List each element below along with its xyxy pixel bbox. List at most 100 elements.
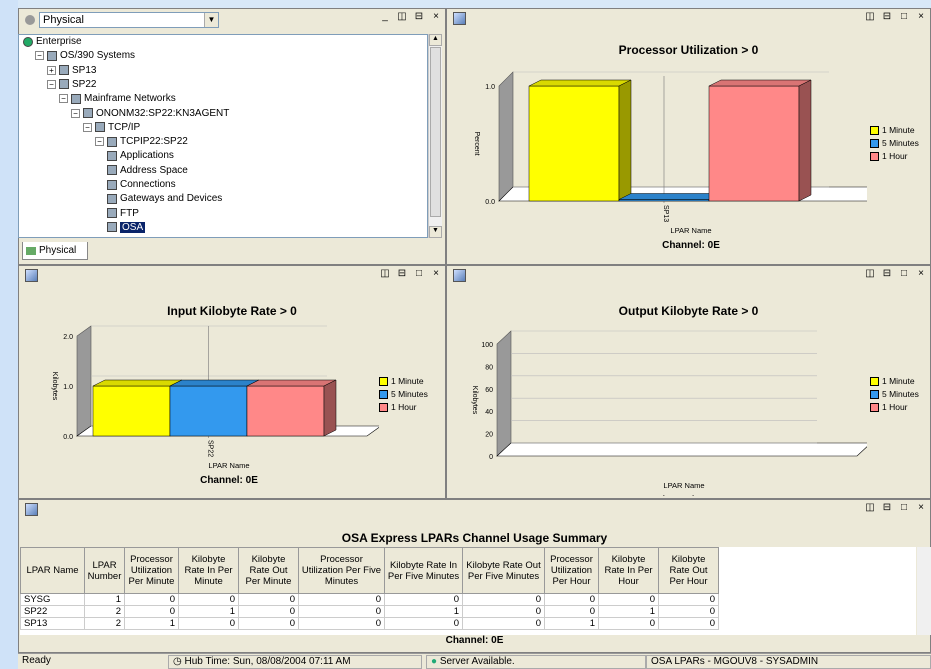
maximize-icon[interactable]: □ bbox=[414, 269, 424, 279]
tree-node[interactable]: − TCPIP22:SP22 bbox=[95, 136, 188, 147]
y-axis-label: Kilobytes bbox=[51, 372, 58, 401]
close-icon[interactable]: × bbox=[431, 12, 441, 22]
table-scrollbar[interactable] bbox=[917, 547, 931, 635]
tree-node[interactable]: − Mainframe Networks bbox=[59, 93, 176, 104]
y-axis-label: Kilobytes bbox=[471, 386, 478, 415]
split-vertical-icon[interactable]: ◫ bbox=[397, 12, 407, 22]
legend-label: 5 Minutes bbox=[882, 138, 919, 148]
column-header[interactable]: LPAR Number bbox=[84, 547, 125, 594]
chevron-down-icon[interactable]: ▼ bbox=[204, 13, 218, 27]
bar-top bbox=[618, 193, 722, 200]
tree-node[interactable]: Enterprise bbox=[23, 36, 82, 47]
split-horizontal-icon[interactable]: ⊟ bbox=[882, 269, 892, 279]
tree-node[interactable]: Connections bbox=[107, 179, 176, 190]
column-header[interactable]: Kilobyte Rate Out Per Minute bbox=[238, 547, 299, 594]
legend-label: 5 Minutes bbox=[882, 389, 919, 399]
column-header[interactable]: Processor Utilization Per Minute bbox=[124, 547, 179, 594]
table-row[interactable]: SP22 2 0 1 0 0 1 0 0 1 0 bbox=[20, 605, 719, 618]
tree-node[interactable]: OSA bbox=[107, 221, 146, 233]
column-header[interactable]: Processor Utilization Per Hour bbox=[544, 547, 599, 594]
back-wall bbox=[76, 325, 92, 437]
column-header[interactable]: Kilobyte Rate Out Per Hour bbox=[658, 547, 719, 594]
split-vertical-icon[interactable]: ◫ bbox=[865, 12, 875, 22]
tree-scrollbar[interactable]: ▲ ▼ bbox=[428, 34, 442, 238]
column-header[interactable]: LPAR Name bbox=[20, 547, 85, 594]
split-horizontal-icon[interactable]: ⊟ bbox=[397, 269, 407, 279]
tree-node[interactable]: − ONONM32:SP22:KN3AGENT bbox=[71, 108, 229, 119]
node-icon bbox=[59, 65, 69, 76]
scroll-thumb[interactable] bbox=[430, 47, 441, 217]
table-row[interactable]: SP13 2 1 0 0 0 0 0 1 0 0 bbox=[20, 617, 719, 630]
close-icon[interactable]: × bbox=[916, 269, 926, 279]
node-icon bbox=[59, 79, 69, 90]
maximize-icon[interactable]: □ bbox=[899, 269, 909, 279]
legend-item: 5 Minutes bbox=[379, 389, 428, 399]
tree-node[interactable]: − TCP/IP bbox=[83, 122, 140, 133]
legend-swatch bbox=[870, 389, 879, 399]
split-horizontal-icon[interactable]: ⊟ bbox=[882, 503, 892, 513]
table-cell: 0 bbox=[462, 605, 545, 618]
maximize-icon[interactable]: □ bbox=[899, 12, 909, 22]
x-tick-label: SP13 bbox=[662, 205, 669, 222]
x-axis-label: LPAR Name bbox=[663, 481, 704, 490]
tree-node[interactable]: Address Space bbox=[107, 165, 188, 176]
table-cell: SP13 bbox=[20, 617, 85, 630]
expand-icon[interactable]: − bbox=[83, 122, 92, 132]
node-icon bbox=[107, 222, 117, 233]
expand-icon[interactable]: − bbox=[59, 94, 68, 104]
node-icon bbox=[83, 108, 93, 118]
back-wall bbox=[498, 71, 514, 202]
expand-icon[interactable]: − bbox=[71, 108, 80, 118]
tree-node-label: OSA bbox=[120, 221, 146, 233]
node-icon bbox=[107, 208, 117, 219]
column-header[interactable]: Kilobyte Rate In Per Five Minutes bbox=[384, 547, 463, 594]
tree-node-label: Applications bbox=[120, 150, 174, 162]
tree-node[interactable]: + SP13 bbox=[47, 65, 96, 76]
tab-physical[interactable]: Physical bbox=[22, 242, 88, 260]
split-vertical-icon[interactable]: ◫ bbox=[865, 269, 875, 279]
tree-node[interactable]: − OS/390 Systems bbox=[35, 50, 135, 61]
chart-legend: 1 Minute 5 Minutes 1 Hour bbox=[870, 376, 919, 415]
column-header[interactable]: Kilobyte Rate Out Per Five Minutes bbox=[462, 547, 545, 594]
legend-label: 1 Minute bbox=[882, 125, 915, 135]
tree-node[interactable]: − SP22 bbox=[47, 79, 96, 90]
split-horizontal-icon[interactable]: ⊟ bbox=[414, 12, 424, 22]
status-ready: Ready bbox=[22, 655, 51, 666]
legend-swatch bbox=[379, 376, 388, 386]
split-vertical-icon[interactable]: ◫ bbox=[380, 269, 390, 279]
close-icon[interactable]: × bbox=[916, 503, 926, 513]
tree-node[interactable]: FTP bbox=[107, 208, 139, 219]
expand-icon[interactable]: + bbox=[47, 65, 56, 75]
tree-node[interactable]: Applications bbox=[107, 150, 174, 161]
table-row[interactable]: SYSG 1 0 0 0 0 0 0 0 0 0 bbox=[20, 593, 719, 606]
expand-icon[interactable]: − bbox=[95, 137, 104, 147]
maximize-icon[interactable]: □ bbox=[899, 503, 909, 513]
minimize-icon[interactable]: _ bbox=[380, 12, 390, 22]
tree-node-label: Connections bbox=[120, 179, 176, 190]
column-header[interactable]: Kilobyte Rate In Per Minute bbox=[178, 547, 239, 594]
node-icon bbox=[95, 122, 105, 133]
legend-swatch bbox=[870, 125, 879, 135]
y-tick-label: 2.0 bbox=[63, 334, 73, 341]
column-header[interactable]: Kilobyte Rate In Per Hour bbox=[598, 547, 659, 594]
y-tick-label: 60 bbox=[485, 387, 493, 394]
tree-node[interactable]: Gateways and Devices bbox=[107, 193, 222, 204]
split-vertical-icon[interactable]: ◫ bbox=[865, 503, 875, 513]
table-cell: 0 bbox=[384, 617, 463, 630]
legend-swatch bbox=[379, 389, 388, 399]
view-dropdown[interactable]: Physical ▼ bbox=[39, 12, 219, 28]
column-header[interactable]: Processor Utilization Per Five Minutes bbox=[298, 547, 385, 594]
legend-item: 1 Hour bbox=[870, 402, 919, 412]
tree-node-label: FTP bbox=[120, 207, 139, 219]
table-cell: 0 bbox=[658, 605, 719, 618]
close-icon[interactable]: × bbox=[431, 269, 441, 279]
split-horizontal-icon[interactable]: ⊟ bbox=[882, 12, 892, 22]
node-icon bbox=[107, 165, 117, 176]
close-icon[interactable]: × bbox=[916, 12, 926, 22]
bar-side bbox=[798, 79, 812, 202]
expand-icon[interactable]: − bbox=[35, 51, 44, 61]
legend-label: 1 Hour bbox=[882, 402, 908, 412]
expand-icon[interactable]: − bbox=[47, 79, 56, 89]
table-cell: SYSG bbox=[20, 593, 85, 606]
clock-icon: ◷ bbox=[173, 656, 182, 667]
